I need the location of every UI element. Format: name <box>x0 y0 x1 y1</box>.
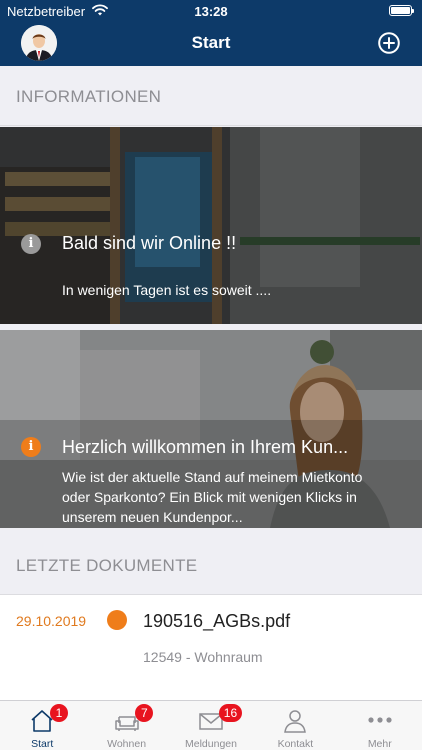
card-title: Herzlich willkommen in Ihrem Kun... <box>62 437 349 457</box>
info-card[interactable]: i Herzlich willkommen in Ihrem Kun... Wi… <box>0 330 422 528</box>
tab-label: Meldungen <box>185 738 237 750</box>
document-date: 29.10.2019 <box>16 613 87 629</box>
add-icon[interactable] <box>378 32 400 54</box>
battery-icon <box>389 5 414 16</box>
section-header-informationen: INFORMATIONEN <box>0 66 422 126</box>
person-icon <box>284 710 307 733</box>
tab-label: Start <box>31 738 54 750</box>
status-bar: Netzbetreiber 13:28 <box>0 0 422 22</box>
document-name: 190516_AGBs.pdf <box>143 611 291 631</box>
tab-kontakt[interactable]: Kontakt <box>253 701 337 750</box>
tab-start[interactable]: 1 Start <box>0 701 84 750</box>
document-row[interactable]: 29.10.2019 190516_AGBs.pdf 12549 - Wohnr… <box>0 595 422 700</box>
unread-indicator-icon <box>107 610 127 630</box>
tab-label: Kontakt <box>277 738 314 750</box>
tab-label: Wohnen <box>107 738 147 750</box>
tab-label: Mehr <box>367 738 392 750</box>
more-icon <box>368 717 392 723</box>
clock: 13:28 <box>194 4 228 19</box>
card-title: Bald sind wir Online !! <box>62 233 237 253</box>
tab-mehr[interactable]: Mehr <box>338 701 422 750</box>
info-icon: i <box>21 437 41 457</box>
section-title: INFORMATIONEN <box>16 87 162 106</box>
section-title: LETZTE DOKUMENTE <box>16 556 198 575</box>
tab-badge: 1 <box>50 704 68 722</box>
tab-bar: 1 Start 7 Wohnen 16 Meldungen Kontakt Me… <box>0 700 422 750</box>
info-card[interactable]: i Bald sind wir Online !! In wenigen Tag… <box>0 127 422 324</box>
tab-badge: 16 <box>218 704 243 722</box>
page-title: Start <box>191 33 231 52</box>
card-body: In wenigen Tagen ist es soweit .... <box>62 282 272 298</box>
tab-wohnen[interactable]: 7 Wohnen <box>84 701 168 750</box>
tab-badge: 7 <box>135 704 154 722</box>
top-bar: Netzbetreiber 13:28 Start <box>0 0 422 66</box>
info-icon: i <box>21 234 41 254</box>
card-body: Wie ist der aktuelle Stand auf meinem Mi… <box>62 469 363 525</box>
section-header-dokumente: LETZTE DOKUMENTE <box>0 535 422 595</box>
document-subtitle: 12549 - Wohnraum <box>143 649 263 665</box>
tab-meldungen[interactable]: 16 Meldungen <box>169 701 253 750</box>
